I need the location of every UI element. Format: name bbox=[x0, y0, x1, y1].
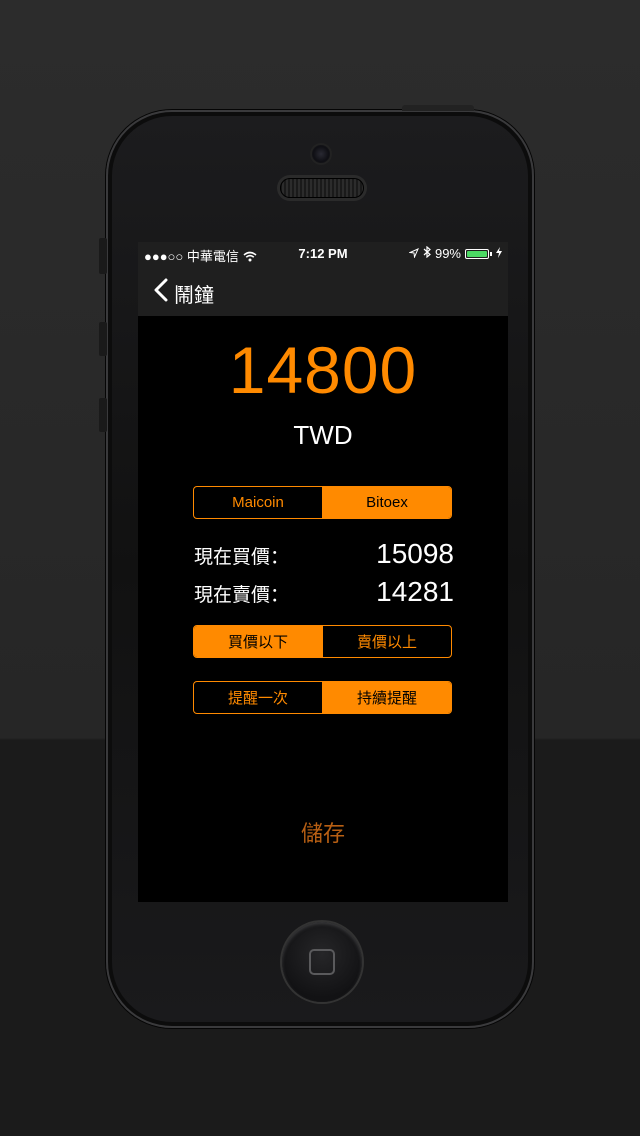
battery-fill bbox=[467, 250, 487, 257]
save-button[interactable]: 儲存 bbox=[138, 816, 508, 848]
front-camera bbox=[312, 145, 330, 163]
exchange-segmented-control: Maicoin Bitoex bbox=[193, 486, 452, 519]
buy-price-row: 現在買價： 15098 bbox=[194, 538, 454, 570]
exchange-option-bitoex[interactable]: Bitoex bbox=[322, 487, 451, 518]
repeat-option-continuous[interactable]: 持續提醒 bbox=[322, 682, 451, 713]
volume-up-button bbox=[99, 322, 107, 356]
charging-icon bbox=[496, 246, 502, 261]
sell-price-label: 現在賣價： bbox=[194, 585, 290, 606]
nav-bar: 鬧鐘 bbox=[138, 266, 508, 316]
status-bar: ●●●○○ 中華電信 7:12 PM 99% bbox=[138, 242, 508, 266]
status-right: 99% bbox=[408, 245, 502, 261]
home-button[interactable] bbox=[282, 922, 362, 1002]
battery-icon bbox=[465, 248, 492, 259]
earpiece-speaker bbox=[280, 178, 364, 198]
screen: ●●●○○ 中華電信 7:12 PM 99% 鬧鐘 14800 TWD Maic… bbox=[138, 242, 508, 902]
home-square-icon bbox=[309, 949, 335, 975]
buy-price-label: 現在買價： bbox=[194, 547, 290, 568]
buy-price-value: 15098 bbox=[376, 538, 454, 569]
volume-down-button bbox=[99, 398, 107, 432]
back-label: 鬧鐘 bbox=[174, 284, 214, 307]
back-chevron-icon bbox=[154, 278, 168, 308]
condition-option-below-buy[interactable]: 買價以下 bbox=[194, 626, 322, 657]
repeat-option-once[interactable]: 提醒一次 bbox=[194, 682, 322, 713]
battery-percent: 99% bbox=[434, 246, 461, 261]
condition-option-above-sell[interactable]: 賣價以上 bbox=[322, 626, 451, 657]
condition-segmented-control: 買價以下 賣價以上 bbox=[193, 625, 452, 658]
repeat-segmented-control: 提醒一次 持續提醒 bbox=[193, 681, 452, 714]
sell-price-value: 14281 bbox=[376, 576, 454, 607]
bluetooth-icon bbox=[423, 245, 431, 261]
mute-switch bbox=[99, 238, 107, 274]
location-arrow-icon bbox=[408, 246, 419, 261]
sell-price-row: 現在賣價： 14281 bbox=[194, 576, 454, 608]
exchange-option-maicoin[interactable]: Maicoin bbox=[194, 487, 322, 518]
alert-price[interactable]: 14800 bbox=[138, 332, 508, 408]
currency-label: TWD bbox=[293, 420, 353, 450]
power-button bbox=[402, 105, 474, 111]
back-button[interactable]: 鬧鐘 bbox=[148, 278, 214, 308]
